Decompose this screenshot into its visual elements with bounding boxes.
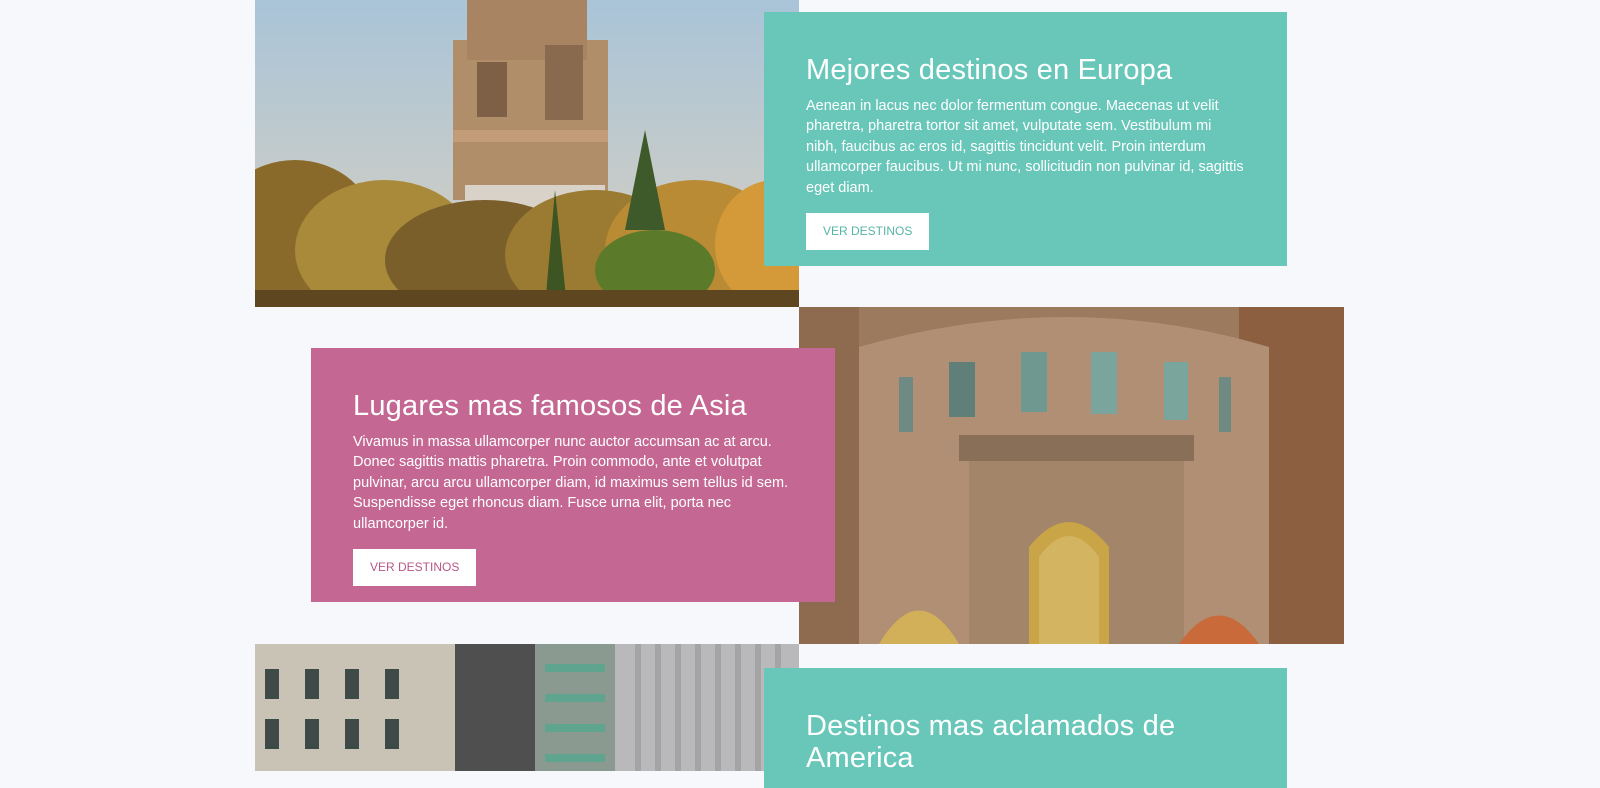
asia-title: Lugares mas famosos de Asia: [353, 390, 747, 422]
america-title: Destinos mas aclamados de America: [806, 710, 1176, 774]
asia-destination-image: [799, 307, 1344, 644]
europe-title: Mejores destinos en Europa: [806, 54, 1173, 86]
america-card: Destinos mas aclamados de America: [764, 668, 1287, 788]
europe-destination-image: [255, 0, 799, 307]
america-destination-image: [255, 644, 799, 771]
europe-ver-destinos-button[interactable]: VER DESTINOS: [806, 213, 930, 251]
asia-description: Vivamus in massa ullamcorper nunc auctor…: [353, 434, 789, 532]
europe-card: Mejores destinos en Europa Aenean in lac…: [764, 12, 1287, 266]
europe-description: Aenean in lacus nec dolor fermentum cong…: [806, 98, 1244, 196]
asia-ver-destinos-button[interactable]: VER DESTINOS: [353, 549, 477, 587]
asia-card: Lugares mas famosos de Asia Vivamus in m…: [311, 348, 835, 602]
